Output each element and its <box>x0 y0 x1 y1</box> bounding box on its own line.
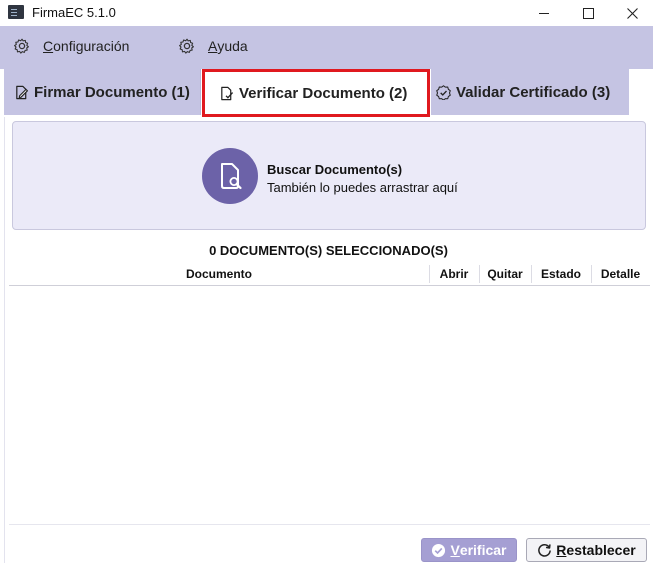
minimize-button[interactable] <box>521 0 567 26</box>
verify-doc-icon <box>221 86 234 100</box>
tab-strip: Firmar Documento (1) Verificar Documento… <box>0 69 653 117</box>
close-button[interactable] <box>609 0 653 26</box>
tab-validar-certificado[interactable]: Validar Certificado (3) <box>431 69 629 115</box>
window-title: FirmaEC 5.1.0 <box>32 5 116 20</box>
dropzone-title: Buscar Documento(s) <box>267 162 403 177</box>
tab-firmar-documento[interactable]: Firmar Documento (1) <box>4 69 201 115</box>
tab-label: Firmar Documento (1) <box>34 83 190 101</box>
sign-doc-icon <box>16 85 28 99</box>
refresh-icon <box>538 543 552 557</box>
menu-ayuda-label: yuda <box>217 38 248 54</box>
gear-icon <box>14 38 29 54</box>
restablecer-button[interactable]: Restablecer <box>526 538 647 562</box>
badge-check-icon <box>436 84 451 100</box>
column-header-quitar[interactable]: Quitar <box>479 267 531 281</box>
restablecer-label: establecer <box>566 542 636 558</box>
tab-verificar-documento[interactable]: Verificar Documento (2) <box>202 69 430 117</box>
restablecer-accesskey: R <box>556 542 567 558</box>
check-circle-icon <box>432 543 446 557</box>
app-logo-icon <box>8 5 24 19</box>
menu-configuracion-accesskey: C <box>43 38 54 54</box>
selection-count: 0 DOCUMENTO(S) SELECCIONADO(S) <box>209 243 448 258</box>
column-header-abrir[interactable]: Abrir <box>429 267 479 281</box>
documents-table-header: Documento Abrir Quitar Estado Detalle <box>9 263 650 286</box>
verificar-label: erificar <box>459 542 507 558</box>
maximize-icon <box>582 7 594 19</box>
close-icon <box>626 7 638 19</box>
divider <box>9 524 650 525</box>
search-document-icon <box>221 163 242 190</box>
column-header-documento[interactable]: Documento <box>9 267 429 281</box>
verify-panel: Buscar Documento(s) También lo puedes ar… <box>4 117 652 563</box>
verificar-button[interactable]: Verificar <box>421 538 517 562</box>
documents-table-body[interactable] <box>9 286 650 523</box>
maximize-button[interactable] <box>565 0 611 26</box>
document-dropzone[interactable]: Buscar Documento(s) También lo puedes ar… <box>12 121 646 230</box>
column-header-detalle[interactable]: Detalle <box>591 267 650 281</box>
dropzone-subtitle: También lo puedes arrastrar aquí <box>267 180 458 195</box>
tab-label: Validar Certificado (3) <box>456 83 611 101</box>
menu-ayuda-accesskey: A <box>208 38 218 54</box>
search-document-button[interactable] <box>202 148 258 204</box>
minimize-icon <box>539 12 549 14</box>
gear-icon <box>179 38 194 54</box>
column-header-estado[interactable]: Estado <box>531 267 591 281</box>
verificar-accesskey: V <box>450 542 460 558</box>
menu-bar: Configuración Ayuda <box>0 26 653 69</box>
menu-configuracion-label: onfiguración <box>53 38 130 54</box>
menu-configuracion[interactable]: Configuración <box>14 38 129 54</box>
menu-ayuda[interactable]: Ayuda <box>179 38 248 54</box>
tab-label: Verificar Documento (2) <box>239 84 408 102</box>
title-bar: FirmaEC 5.1.0 <box>0 0 653 26</box>
